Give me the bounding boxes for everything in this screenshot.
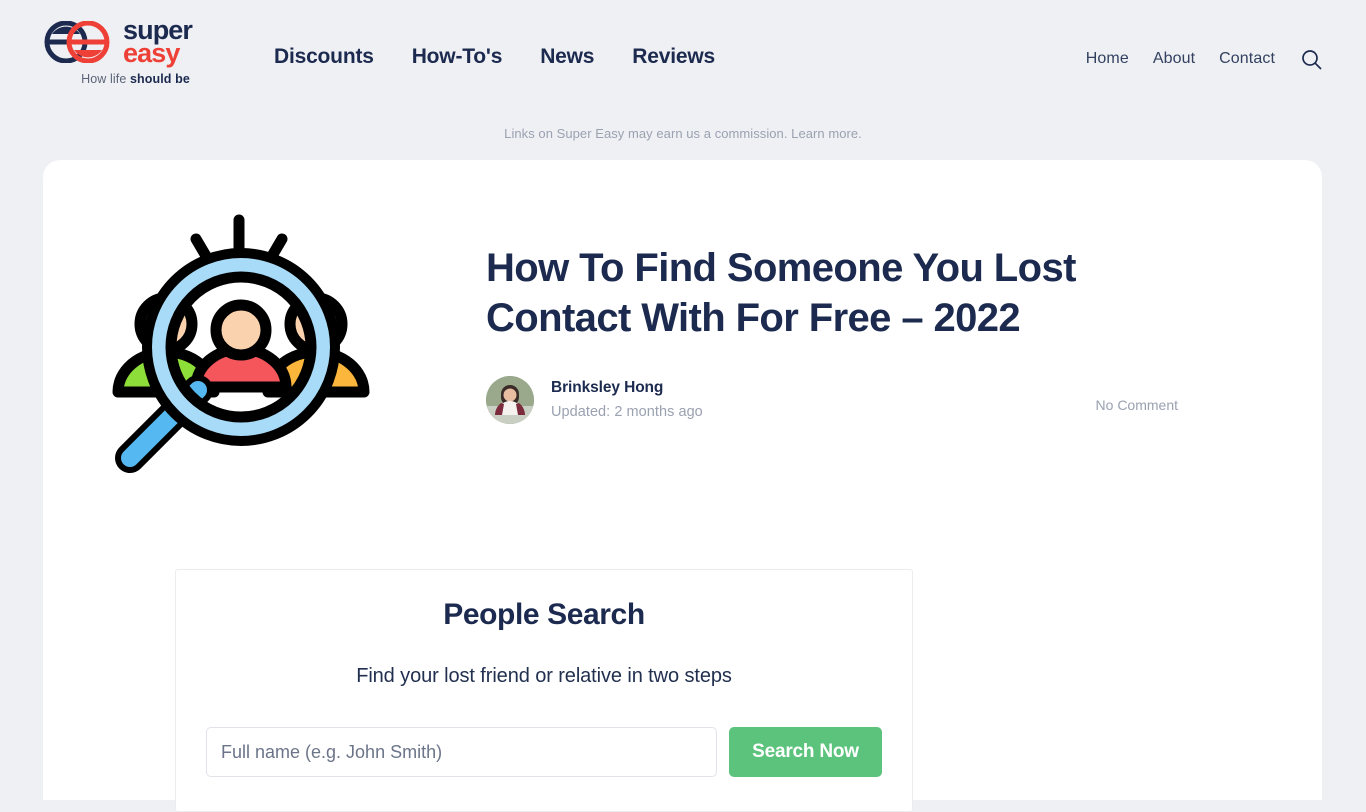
nav-item-reviews[interactable]: Reviews xyxy=(632,45,715,69)
nav-item-news[interactable]: News xyxy=(540,45,594,69)
full-name-input[interactable] xyxy=(206,727,717,777)
page-title: How To Find Someone You Lost Contact Wit… xyxy=(486,246,1076,341)
primary-navigation: Discounts How-To's News Reviews xyxy=(274,45,715,69)
search-now-button[interactable]: Search Now xyxy=(729,727,882,777)
people-search-magnifier-illustration-icon xyxy=(83,195,398,482)
avatar xyxy=(486,375,534,424)
logo-wordmark: super easy xyxy=(123,16,193,69)
nav-item-discounts[interactable]: Discounts xyxy=(274,45,374,69)
widget-subtitle: Find your lost friend or relative in two… xyxy=(356,665,732,687)
search-icon[interactable] xyxy=(1300,48,1322,70)
people-search-form: Search Now xyxy=(206,727,882,777)
logo-tagline-prefix: How life xyxy=(81,72,130,87)
byline: Brinksley Hong Updated: 2 months ago No … xyxy=(486,375,1282,424)
article-hero: How To Find Someone You Lost Contact Wit… xyxy=(43,160,1322,482)
utility-navigation: Home About Contact xyxy=(1086,48,1322,70)
double-e-circles-logo-icon xyxy=(43,20,115,64)
disclosure-text: Links on Super Easy may earn us a commis… xyxy=(504,126,788,141)
site-header: super easy How life should be Discounts … xyxy=(0,0,1366,112)
article-card: How To Find Someone You Lost Contact Wit… xyxy=(43,160,1322,812)
nav-item-contact[interactable]: Contact xyxy=(1219,50,1275,68)
logo-tagline-bold: should be xyxy=(129,72,190,87)
nav-item-home[interactable]: Home xyxy=(1086,50,1129,68)
logo-row: super easy xyxy=(43,16,228,69)
byline-text: Brinksley Hong Updated: 2 months ago xyxy=(551,379,703,420)
widget-title: People Search xyxy=(443,598,645,631)
updated-timestamp: Updated: 2 months ago xyxy=(551,404,703,421)
comment-count[interactable]: No Comment xyxy=(1096,387,1178,413)
article-hero-text: How To Find Someone You Lost Contact Wit… xyxy=(398,195,1282,424)
people-search-widget: People Search Find your lost friend or r… xyxy=(175,569,913,812)
logo-tagline: How life should be xyxy=(43,72,228,86)
disclosure-learn-more-link[interactable]: Learn more. xyxy=(791,126,862,141)
nav-item-about[interactable]: About xyxy=(1153,50,1195,68)
nav-item-how-tos[interactable]: How-To's xyxy=(412,45,503,69)
author-name[interactable]: Brinksley Hong xyxy=(551,379,703,397)
logo-word-easy: easy xyxy=(123,38,180,69)
site-logo[interactable]: super easy How life should be xyxy=(43,16,228,86)
affiliate-disclosure: Links on Super Easy may earn us a commis… xyxy=(0,126,1366,141)
